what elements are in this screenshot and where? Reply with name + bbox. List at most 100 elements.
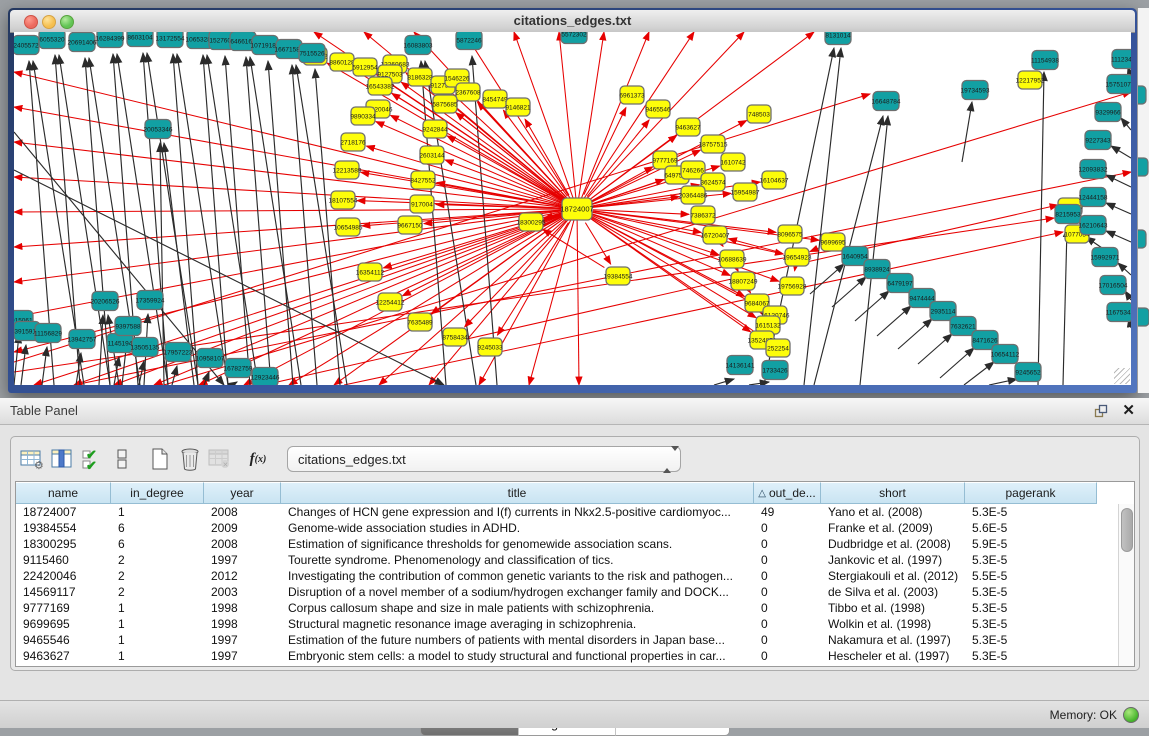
- graph-node[interactable]: [423, 120, 447, 138]
- graph-node[interactable]: [762, 171, 786, 189]
- graph-node[interactable]: [1080, 160, 1106, 179]
- graph-node[interactable]: [165, 343, 191, 362]
- graph-node[interactable]: [137, 291, 163, 310]
- graph-node[interactable]: [681, 186, 705, 204]
- graph-node[interactable]: [69, 33, 95, 52]
- column-header-in_degree[interactable]: in_degree: [111, 482, 204, 504]
- table-row[interactable]: 969969511998Structural magnetic resonanc…: [16, 616, 1134, 632]
- graph-node[interactable]: [733, 183, 757, 201]
- column-header-pagerank[interactable]: pagerank: [965, 482, 1097, 504]
- graph-node[interactable]: [506, 98, 530, 116]
- graph-node[interactable]: [519, 213, 543, 231]
- graph-node[interactable]: [821, 233, 845, 251]
- graph-node[interactable]: [646, 100, 670, 118]
- graph-node[interactable]: [411, 171, 435, 189]
- graph-node[interactable]: [1095, 103, 1121, 122]
- graph-node[interactable]: [115, 317, 141, 336]
- graph-node[interactable]: [1055, 205, 1081, 224]
- graph-node[interactable]: [825, 32, 851, 45]
- graph-node[interactable]: [1112, 50, 1131, 69]
- graph-node[interactable]: [721, 153, 745, 171]
- graph-node[interactable]: [456, 32, 482, 50]
- graph-node[interactable]: [887, 274, 913, 293]
- table-row[interactable]: 977716911998Corpus callosum shape and si…: [16, 600, 1134, 616]
- graph-node[interactable]: [341, 133, 365, 151]
- new-table-icon[interactable]: [145, 445, 175, 473]
- graph-node[interactable]: [1080, 188, 1106, 207]
- graph-node[interactable]: [864, 260, 890, 279]
- graph-node[interactable]: [97, 32, 123, 48]
- graph-node[interactable]: [408, 68, 432, 86]
- graph-node[interactable]: [420, 146, 444, 164]
- graph-node[interactable]: [676, 118, 700, 136]
- column-header-name[interactable]: name: [16, 482, 111, 504]
- column-edit-icon[interactable]: [47, 445, 77, 473]
- graph-node[interactable]: [780, 277, 804, 295]
- window-titlebar[interactable]: citations_edges.txt: [10, 10, 1135, 33]
- graph-node[interactable]: [703, 226, 727, 244]
- table-row[interactable]: 2242004622012Investigating the contribut…: [16, 568, 1134, 584]
- graph-node[interactable]: [335, 161, 359, 179]
- graph-node[interactable]: [1092, 248, 1118, 267]
- graph-node[interactable]: [358, 263, 382, 281]
- graph-node[interactable]: [145, 120, 171, 139]
- graph-node[interactable]: [483, 90, 507, 108]
- graph-node[interactable]: [378, 293, 402, 311]
- graph-node[interactable]: [252, 368, 278, 386]
- graph-node[interactable]: [691, 206, 715, 224]
- memory-ok-indicator[interactable]: [1123, 707, 1139, 723]
- graph-node[interactable]: [778, 225, 802, 243]
- graph-node-hub[interactable]: [562, 198, 592, 220]
- graph-node[interactable]: [336, 218, 360, 236]
- graph-node[interactable]: [785, 248, 809, 266]
- citation-network-graph[interactable]: 1872400776638228860128591295412260683912…: [14, 32, 1131, 385]
- scrollbar-thumb[interactable]: [1121, 508, 1133, 552]
- graph-node[interactable]: [225, 359, 251, 378]
- graph-node[interactable]: [701, 135, 725, 153]
- graph-node[interactable]: [351, 107, 375, 125]
- table-source-select[interactable]: citations_edges.txt: [287, 446, 681, 472]
- graph-node[interactable]: [405, 36, 431, 55]
- table-row[interactable]: 1938455462009Genome-wide association stu…: [16, 520, 1134, 536]
- function-builder-icon[interactable]: f(x): [243, 445, 273, 473]
- graph-node[interactable]: [410, 195, 434, 213]
- graph-node[interactable]: [1100, 276, 1126, 295]
- graph-node[interactable]: [1085, 131, 1111, 150]
- float-panel-icon[interactable]: [1093, 403, 1109, 419]
- table-row[interactable]: 911546021997Tourette syndrome. Phenomeno…: [16, 552, 1134, 568]
- graph-node[interactable]: [478, 338, 502, 356]
- graph-node[interactable]: [39, 32, 65, 49]
- clear-selection-icon[interactable]: [107, 445, 137, 473]
- graph-node[interactable]: [720, 250, 744, 268]
- table-vertical-scrollbar[interactable]: [1118, 504, 1134, 666]
- select-rows-icon[interactable]: ✔✔: [77, 445, 107, 473]
- column-header-short[interactable]: short: [821, 482, 965, 504]
- graph-node[interactable]: [330, 53, 354, 71]
- graph-node[interactable]: [606, 267, 630, 285]
- graph-node[interactable]: [1080, 216, 1106, 235]
- graph-node[interactable]: [762, 361, 788, 380]
- column-header-year[interactable]: year: [204, 482, 281, 504]
- graph-node[interactable]: [69, 330, 95, 349]
- graph-node[interactable]: [299, 44, 325, 63]
- table-row[interactable]: 946554611997Estimation of the future num…: [16, 632, 1134, 648]
- graph-node[interactable]: [873, 92, 899, 111]
- graph-node[interactable]: [408, 313, 432, 331]
- graph-node[interactable]: [561, 32, 587, 44]
- graph-node[interactable]: [766, 339, 790, 357]
- graph-node[interactable]: [620, 86, 644, 104]
- table-row[interactable]: 946362711997Embryonic stem cells: a mode…: [16, 648, 1134, 664]
- delete-table-icon[interactable]: ✕: [205, 445, 235, 473]
- graph-node[interactable]: [107, 334, 133, 353]
- table-settings-icon[interactable]: ⚙: [17, 445, 47, 473]
- graph-node[interactable]: [353, 58, 377, 76]
- delete-rows-icon[interactable]: [175, 445, 205, 473]
- graph-node[interactable]: [992, 345, 1018, 364]
- table-row[interactable]: 1456911722003Disruption of a novel membe…: [16, 584, 1134, 600]
- graph-node[interactable]: [1107, 75, 1131, 94]
- graph-node[interactable]: [398, 216, 422, 234]
- graph-node[interactable]: [1018, 71, 1042, 89]
- graph-node[interactable]: [456, 83, 480, 101]
- close-panel-icon[interactable]: ✕: [1122, 401, 1135, 419]
- graph-node[interactable]: [368, 77, 392, 95]
